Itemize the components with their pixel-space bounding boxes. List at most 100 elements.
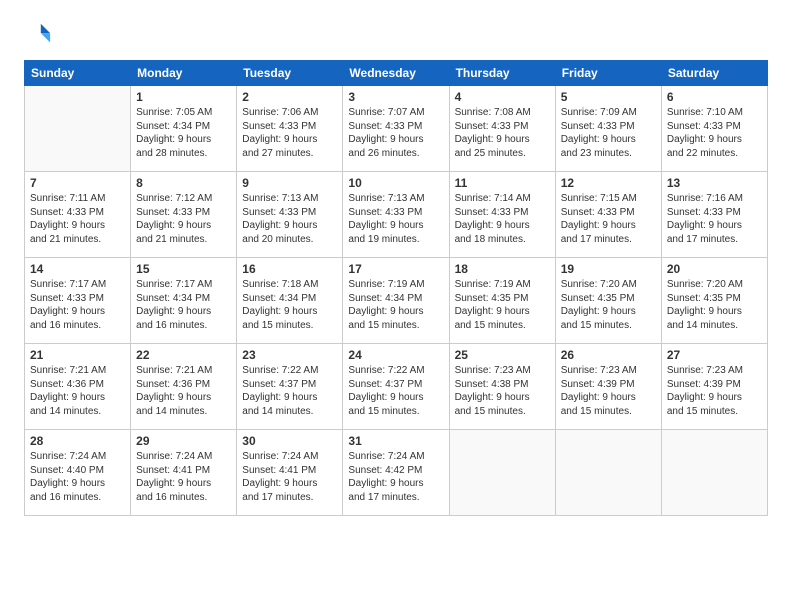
weekday-header-cell: Friday: [555, 61, 661, 86]
calendar-cell: [661, 430, 767, 516]
day-info: Sunrise: 7:15 AM Sunset: 4:33 PM Dayligh…: [561, 192, 656, 246]
day-info: Sunrise: 7:19 AM Sunset: 4:34 PM Dayligh…: [348, 278, 443, 332]
weekday-header-cell: Tuesday: [237, 61, 343, 86]
day-info: Sunrise: 7:16 AM Sunset: 4:33 PM Dayligh…: [667, 192, 762, 246]
day-info: Sunrise: 7:23 AM Sunset: 4:39 PM Dayligh…: [561, 364, 656, 418]
calendar-cell: 26 Sunrise: 7:23 AM Sunset: 4:39 PM Dayli…: [555, 344, 661, 430]
day-info: Sunrise: 7:23 AM Sunset: 4:38 PM Dayligh…: [455, 364, 550, 418]
calendar-cell: 13 Sunrise: 7:16 AM Sunset: 4:33 PM Dayli…: [661, 172, 767, 258]
calendar-week-row: 7 Sunrise: 7:11 AM Sunset: 4:33 PM Daylig…: [25, 172, 768, 258]
weekday-header-cell: Thursday: [449, 61, 555, 86]
calendar-cell: 9 Sunrise: 7:13 AM Sunset: 4:33 PM Daylig…: [237, 172, 343, 258]
day-number: 29: [136, 434, 231, 448]
calendar-cell: 5 Sunrise: 7:09 AM Sunset: 4:33 PM Daylig…: [555, 86, 661, 172]
calendar-cell: 1Sunrise: 7:05 AM Sunset: 4:34 PM Daylig…: [131, 86, 237, 172]
day-info: Sunrise: 7:06 AM Sunset: 4:33 PM Dayligh…: [242, 106, 337, 160]
day-number: 14: [30, 262, 125, 276]
calendar-cell: 24Sunrise: 7:22 AM Sunset: 4:37 PM Dayli…: [343, 344, 449, 430]
calendar-cell: 18Sunrise: 7:19 AM Sunset: 4:35 PM Dayli…: [449, 258, 555, 344]
calendar-cell: 30 Sunrise: 7:24 AM Sunset: 4:41 PM Dayli…: [237, 430, 343, 516]
day-number: 18: [455, 262, 550, 276]
day-info: Sunrise: 7:20 AM Sunset: 4:35 PM Dayligh…: [561, 278, 656, 332]
day-info: Sunrise: 7:13 AM Sunset: 4:33 PM Dayligh…: [242, 192, 337, 246]
day-info: Sunrise: 7:22 AM Sunset: 4:37 PM Dayligh…: [242, 364, 337, 418]
page: SundayMondayTuesdayWednesdayThursdayFrid…: [0, 0, 792, 612]
calendar-cell: 28Sunrise: 7:24 AM Sunset: 4:40 PM Dayli…: [25, 430, 131, 516]
day-info: Sunrise: 7:21 AM Sunset: 4:36 PM Dayligh…: [136, 364, 231, 418]
day-info: Sunrise: 7:10 AM Sunset: 4:33 PM Dayligh…: [667, 106, 762, 160]
calendar-cell: 10 Sunrise: 7:13 AM Sunset: 4:33 PM Dayli…: [343, 172, 449, 258]
calendar-cell: 27Sunrise: 7:23 AM Sunset: 4:39 PM Dayli…: [661, 344, 767, 430]
weekday-header-cell: Wednesday: [343, 61, 449, 86]
day-info: Sunrise: 7:13 AM Sunset: 4:33 PM Dayligh…: [348, 192, 443, 246]
calendar-cell: 11Sunrise: 7:14 AM Sunset: 4:33 PM Dayli…: [449, 172, 555, 258]
calendar-cell: 19 Sunrise: 7:20 AM Sunset: 4:35 PM Dayli…: [555, 258, 661, 344]
day-number: 3: [348, 90, 443, 104]
day-number: 22: [136, 348, 231, 362]
calendar-cell: 4 Sunrise: 7:08 AM Sunset: 4:33 PM Daylig…: [449, 86, 555, 172]
day-number: 23: [242, 348, 337, 362]
calendar-cell: 3 Sunrise: 7:07 AM Sunset: 4:33 PM Daylig…: [343, 86, 449, 172]
day-number: 24: [348, 348, 443, 362]
day-number: 17: [348, 262, 443, 276]
day-number: 19: [561, 262, 656, 276]
day-info: Sunrise: 7:17 AM Sunset: 4:34 PM Dayligh…: [136, 278, 231, 332]
day-info: Sunrise: 7:20 AM Sunset: 4:35 PM Dayligh…: [667, 278, 762, 332]
calendar-week-row: 14Sunrise: 7:17 AM Sunset: 4:33 PM Dayli…: [25, 258, 768, 344]
day-number: 31: [348, 434, 443, 448]
day-info: Sunrise: 7:18 AM Sunset: 4:34 PM Dayligh…: [242, 278, 337, 332]
day-number: 30: [242, 434, 337, 448]
calendar-cell: 22 Sunrise: 7:21 AM Sunset: 4:36 PM Dayli…: [131, 344, 237, 430]
day-number: 2: [242, 90, 337, 104]
day-number: 5: [561, 90, 656, 104]
day-info: Sunrise: 7:09 AM Sunset: 4:33 PM Dayligh…: [561, 106, 656, 160]
calendar-cell: 20 Sunrise: 7:20 AM Sunset: 4:35 PM Dayli…: [661, 258, 767, 344]
day-number: 26: [561, 348, 656, 362]
day-info: Sunrise: 7:08 AM Sunset: 4:33 PM Dayligh…: [455, 106, 550, 160]
calendar-cell: 16Sunrise: 7:18 AM Sunset: 4:34 PM Dayli…: [237, 258, 343, 344]
calendar-cell: 15 Sunrise: 7:17 AM Sunset: 4:34 PM Dayli…: [131, 258, 237, 344]
calendar-week-row: 1Sunrise: 7:05 AM Sunset: 4:34 PM Daylig…: [25, 86, 768, 172]
day-info: Sunrise: 7:21 AM Sunset: 4:36 PM Dayligh…: [30, 364, 125, 418]
day-info: Sunrise: 7:24 AM Sunset: 4:41 PM Dayligh…: [242, 450, 337, 504]
day-number: 13: [667, 176, 762, 190]
calendar-cell: 14Sunrise: 7:17 AM Sunset: 4:33 PM Dayli…: [25, 258, 131, 344]
calendar-cell: [449, 430, 555, 516]
calendar-body: 1Sunrise: 7:05 AM Sunset: 4:34 PM Daylig…: [25, 86, 768, 516]
calendar-cell: 31 Sunrise: 7:24 AM Sunset: 4:42 PM Dayli…: [343, 430, 449, 516]
calendar: SundayMondayTuesdayWednesdayThursdayFrid…: [24, 60, 768, 516]
calendar-cell: 29 Sunrise: 7:24 AM Sunset: 4:41 PM Dayli…: [131, 430, 237, 516]
calendar-cell: 21 Sunrise: 7:21 AM Sunset: 4:36 PM Dayli…: [25, 344, 131, 430]
calendar-cell: 8Sunrise: 7:12 AM Sunset: 4:33 PM Daylig…: [131, 172, 237, 258]
logo-icon: [24, 20, 52, 48]
day-number: 25: [455, 348, 550, 362]
calendar-week-row: 28Sunrise: 7:24 AM Sunset: 4:40 PM Dayli…: [25, 430, 768, 516]
calendar-cell: 12 Sunrise: 7:15 AM Sunset: 4:33 PM Dayli…: [555, 172, 661, 258]
day-number: 10: [348, 176, 443, 190]
calendar-cell: 25 Sunrise: 7:23 AM Sunset: 4:38 PM Dayli…: [449, 344, 555, 430]
day-number: 4: [455, 90, 550, 104]
day-number: 20: [667, 262, 762, 276]
day-number: 28: [30, 434, 125, 448]
calendar-cell: [555, 430, 661, 516]
weekday-header-row: SundayMondayTuesdayWednesdayThursdayFrid…: [25, 61, 768, 86]
calendar-cell: 6 Sunrise: 7:10 AM Sunset: 4:33 PM Daylig…: [661, 86, 767, 172]
calendar-cell: 2 Sunrise: 7:06 AM Sunset: 4:33 PM Daylig…: [237, 86, 343, 172]
day-number: 21: [30, 348, 125, 362]
day-number: 7: [30, 176, 125, 190]
day-info: Sunrise: 7:07 AM Sunset: 4:33 PM Dayligh…: [348, 106, 443, 160]
day-number: 6: [667, 90, 762, 104]
day-info: Sunrise: 7:14 AM Sunset: 4:33 PM Dayligh…: [455, 192, 550, 246]
calendar-cell: 17 Sunrise: 7:19 AM Sunset: 4:34 PM Dayli…: [343, 258, 449, 344]
day-number: 9: [242, 176, 337, 190]
day-number: 1: [136, 90, 231, 104]
day-number: 8: [136, 176, 231, 190]
calendar-week-row: 21 Sunrise: 7:21 AM Sunset: 4:36 PM Dayli…: [25, 344, 768, 430]
day-info: Sunrise: 7:11 AM Sunset: 4:33 PM Dayligh…: [30, 192, 125, 246]
day-info: Sunrise: 7:24 AM Sunset: 4:42 PM Dayligh…: [348, 450, 443, 504]
logo: [24, 20, 56, 48]
day-number: 12: [561, 176, 656, 190]
weekday-header-cell: Saturday: [661, 61, 767, 86]
day-info: Sunrise: 7:24 AM Sunset: 4:41 PM Dayligh…: [136, 450, 231, 504]
day-number: 15: [136, 262, 231, 276]
